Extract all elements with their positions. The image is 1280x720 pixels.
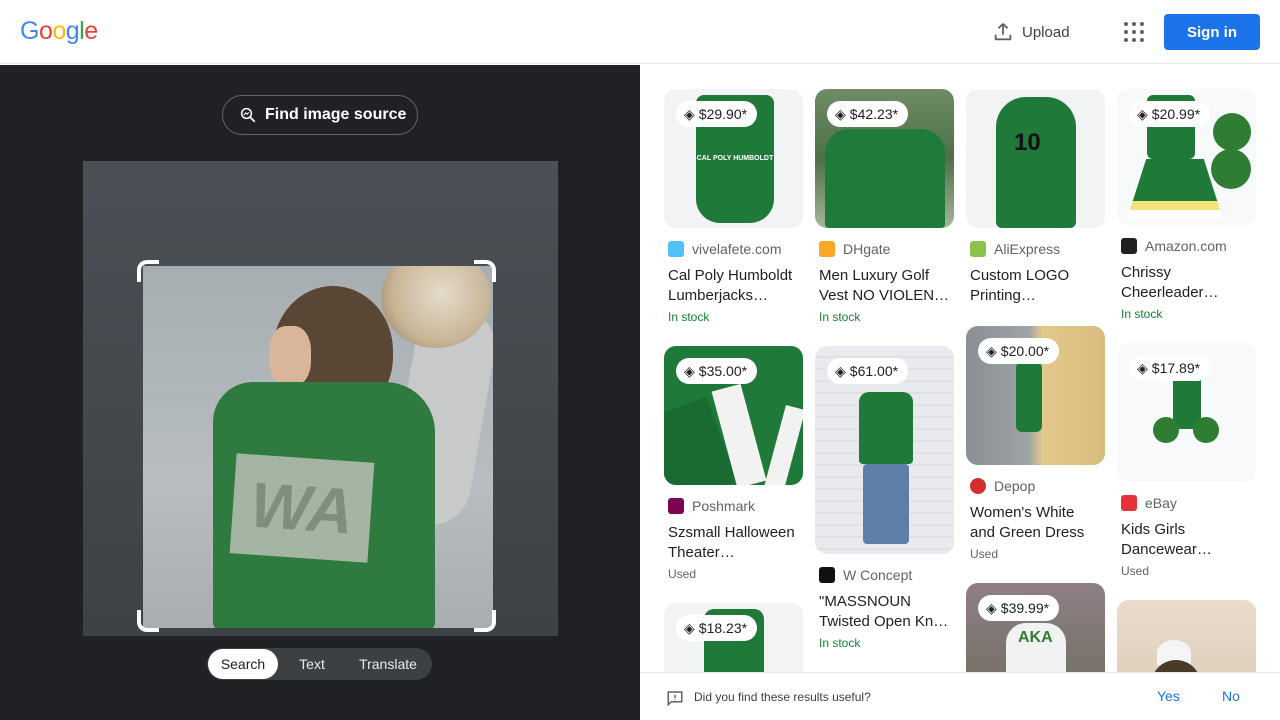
result-thumbnail[interactable]: ◈ $20.99* bbox=[1117, 89, 1256, 225]
result-thumbnail[interactable]: ◈ $42.23* bbox=[815, 89, 954, 228]
result-title[interactable]: Women's White and Green Dress bbox=[970, 503, 1101, 543]
visual-matches-grid: CAL POLY HUMBOLDT ◈ $29.90* vivelafete.co… bbox=[640, 65, 1280, 672]
upload-button[interactable]: Upload bbox=[992, 20, 1070, 44]
price-badge: ◈ $29.90* bbox=[676, 101, 758, 127]
result-source: Depop bbox=[994, 478, 1036, 494]
find-image-source-button[interactable]: Find image source bbox=[222, 95, 418, 135]
result-thumbnail[interactable]: ◈ $17.89* bbox=[1117, 343, 1256, 482]
result-title[interactable]: Men Luxury Golf Vest NO VIOLENC… bbox=[819, 266, 950, 306]
price-badge: ◈ $61.00* bbox=[827, 358, 909, 384]
feedback-no-button[interactable]: No bbox=[1222, 688, 1240, 704]
feedback-yes-button[interactable]: Yes bbox=[1157, 688, 1180, 704]
aliexpress-favicon-icon bbox=[970, 241, 986, 257]
dhgate-favicon-icon bbox=[819, 241, 835, 257]
result-card[interactable]: ◈ $18.23* bbox=[664, 603, 803, 672]
stock-status: Used bbox=[668, 567, 697, 581]
price-badge: ◈ $17.89* bbox=[1129, 355, 1211, 381]
google-logo[interactable]: Google bbox=[20, 17, 98, 46]
tab-search[interactable]: Search bbox=[208, 649, 278, 679]
result-source: W Concept bbox=[843, 567, 913, 583]
feedback-bar: Did you find these results useful? Yes N… bbox=[640, 672, 1280, 720]
result-thumbnail[interactable]: ◈ $61.00* bbox=[815, 346, 954, 554]
google-apps-icon[interactable] bbox=[1120, 20, 1144, 44]
price-badge: ◈ $20.99* bbox=[1129, 101, 1211, 127]
price-badge: ◈ $39.99* bbox=[978, 595, 1060, 621]
stock-status: Used bbox=[970, 547, 999, 561]
result-source: Amazon.com bbox=[1145, 238, 1227, 254]
result-card[interactable]: ◈ $20.00* Depop Women's White and Green Dr… bbox=[966, 326, 1105, 563]
result-thumbnail[interactable]: CAL POLY HUMBOLDT ◈ $29.90* bbox=[664, 89, 803, 228]
price-badge: ◈ $42.23* bbox=[827, 101, 909, 127]
ebay-favicon-icon bbox=[1121, 495, 1137, 511]
lens-mode-tabs: Search Text Translate bbox=[207, 648, 432, 680]
result-card[interactable]: ◈ $42.23* DHgate Men Luxury Golf Vest NO V… bbox=[815, 89, 954, 326]
image-search-icon bbox=[240, 107, 256, 123]
result-source: eBay bbox=[1145, 495, 1177, 511]
result-thumbnail[interactable] bbox=[1117, 600, 1256, 672]
feedback-question: Did you find these results useful? bbox=[694, 690, 871, 704]
crop-handle-top-right[interactable] bbox=[474, 260, 496, 282]
result-thumbnail[interactable]: ◈ $20.00* bbox=[966, 326, 1105, 465]
result-source: DHgate bbox=[843, 241, 891, 257]
price-badge: ◈ $18.23* bbox=[676, 615, 758, 641]
upload-label: Upload bbox=[1022, 23, 1070, 41]
depop-favicon-icon bbox=[970, 478, 986, 494]
lens-image-panel: Find image source WA Search Text Transla… bbox=[0, 65, 640, 720]
result-card[interactable]: 10 AliExpress Custom LOGO Printing… bbox=[966, 89, 1105, 306]
wconcept-favicon-icon bbox=[819, 567, 835, 583]
result-title[interactable]: Szsmall Halloween Theater… bbox=[668, 523, 799, 563]
price-badge: ◈ $20.00* bbox=[978, 338, 1060, 364]
crop-handle-bottom-right[interactable] bbox=[474, 610, 496, 632]
result-thumbnail[interactable]: 10 bbox=[966, 89, 1105, 228]
result-title[interactable]: Kids Girls Dancewear… bbox=[1121, 520, 1252, 560]
upload-icon bbox=[994, 23, 1012, 41]
result-title[interactable]: Chrissy Cheerleader… bbox=[1121, 263, 1252, 303]
result-card[interactable]: ◈ $61.00* W Concept "MASSNOUN Twisted Open… bbox=[815, 346, 954, 652]
stock-status: In stock bbox=[819, 636, 861, 650]
result-title[interactable]: Custom LOGO Printing… bbox=[970, 266, 1101, 306]
result-source: vivelafete.com bbox=[692, 241, 782, 257]
stock-status: In stock bbox=[1121, 307, 1163, 321]
stock-status: Used bbox=[1121, 564, 1150, 578]
tag-icon: ◈ bbox=[684, 362, 695, 379]
result-card[interactable]: ◈ $17.89* eBay Kids Girls Dancewear… Used bbox=[1117, 343, 1256, 580]
top-bar: Google Upload Sign in bbox=[0, 0, 1280, 64]
result-thumbnail[interactable]: ◈ $18.23* bbox=[664, 603, 803, 672]
amazon-favicon-icon bbox=[1121, 238, 1137, 254]
query-image[interactable]: WA bbox=[83, 161, 558, 636]
tag-icon: ◈ bbox=[684, 619, 695, 636]
result-card[interactable]: AKA ◈ $39.99* bbox=[966, 583, 1105, 672]
selected-region[interactable]: WA bbox=[143, 266, 493, 628]
find-image-source-label: Find image source bbox=[265, 106, 407, 123]
result-card[interactable]: ◈ $20.99* Amazon.com Chrissy Cheerleader… … bbox=[1117, 89, 1256, 323]
tab-text[interactable]: Text bbox=[278, 649, 346, 679]
crop-handle-top-left[interactable] bbox=[137, 260, 159, 282]
result-title[interactable]: "MASSNOUN Twisted Open Kni… bbox=[819, 592, 950, 632]
tab-translate[interactable]: Translate bbox=[346, 649, 430, 679]
tag-icon: ◈ bbox=[1137, 359, 1148, 376]
stock-status: In stock bbox=[819, 310, 861, 324]
result-title[interactable]: Cal Poly Humboldt Lumberjacks… bbox=[668, 266, 799, 306]
poshmark-favicon-icon bbox=[668, 498, 684, 514]
tag-icon: ◈ bbox=[684, 105, 695, 122]
tag-icon: ◈ bbox=[986, 342, 997, 359]
result-thumbnail[interactable]: ◈ $35.00* bbox=[664, 346, 803, 485]
vivelafete-favicon-icon bbox=[668, 241, 684, 257]
tag-icon: ◈ bbox=[835, 105, 846, 122]
tag-icon: ◈ bbox=[986, 599, 997, 616]
result-source: Poshmark bbox=[692, 498, 756, 514]
result-source: AliExpress bbox=[994, 241, 1061, 257]
tag-icon: ◈ bbox=[835, 362, 846, 379]
sign-in-button[interactable]: Sign in bbox=[1164, 14, 1260, 50]
crop-handle-bottom-left[interactable] bbox=[137, 610, 159, 632]
result-card[interactable]: CAL POLY HUMBOLDT ◈ $29.90* vivelafete.co… bbox=[664, 89, 803, 326]
tag-icon: ◈ bbox=[1137, 105, 1148, 122]
price-badge: ◈ $35.00* bbox=[676, 358, 758, 384]
result-card[interactable] bbox=[1117, 600, 1256, 672]
result-card[interactable]: ◈ $35.00* Poshmark Szsmall Halloween Theat… bbox=[664, 346, 803, 583]
feedback-icon bbox=[667, 691, 683, 707]
stock-status: In stock bbox=[668, 310, 710, 324]
result-thumbnail[interactable]: AKA ◈ $39.99* bbox=[966, 583, 1105, 672]
